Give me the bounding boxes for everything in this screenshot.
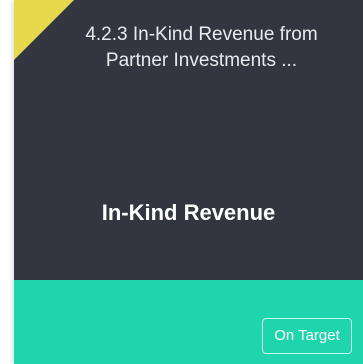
metric-name: In-Kind Revenue [101,200,276,225]
kpi-card[interactable]: 4.2.3 In-Kind Revenue from Partner Inves… [14,0,363,364]
card-title: 4.2.3 In-Kind Revenue from Partner Inves… [85,24,318,71]
status-badge[interactable]: On Target [262,318,352,354]
